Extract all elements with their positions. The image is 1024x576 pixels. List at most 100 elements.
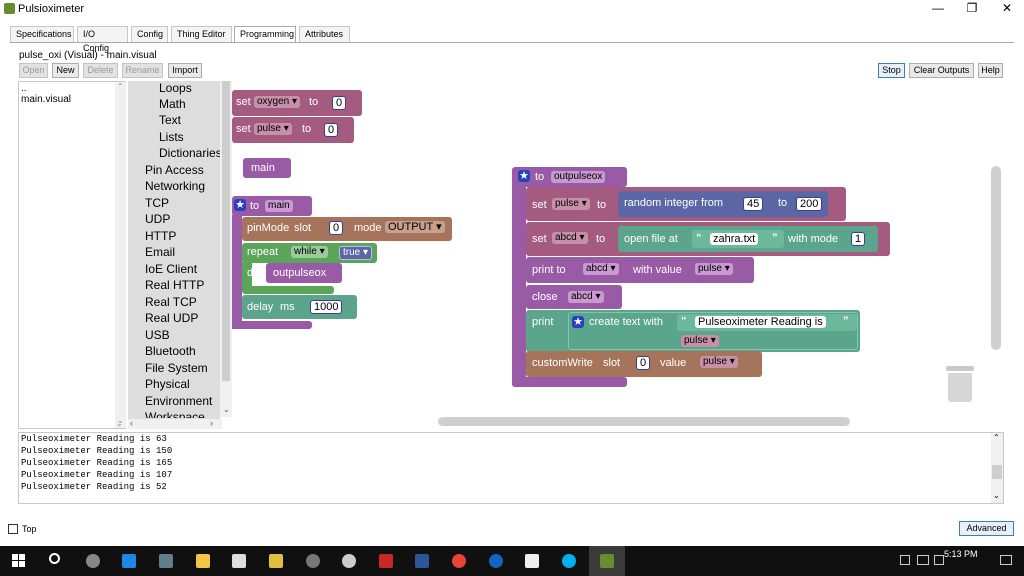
app-icon[interactable] <box>525 554 539 568</box>
delay-block[interactable]: delay ms 1000 <box>242 295 357 319</box>
tab-attributes[interactable]: Attributes <box>299 26 350 42</box>
file-item-parent[interactable]: .. <box>21 83 27 94</box>
category-real-udp[interactable]: Real UDP <box>145 311 198 325</box>
scroll-down-icon[interactable]: ⌄ <box>993 491 1000 500</box>
random-integer-block[interactable]: random integer from 45 to 200 <box>618 191 828 217</box>
reading-text-block[interactable]: “ Pulseoximeter Reading is ” <box>677 314 857 331</box>
category-ioe-client[interactable]: IoE Client <box>145 262 197 276</box>
category-workspace[interactable]: Workspace <box>145 410 205 418</box>
category-lists[interactable]: Lists <box>159 130 184 144</box>
trash-icon[interactable] <box>946 366 974 402</box>
store-icon[interactable] <box>232 554 246 568</box>
skype-icon[interactable] <box>562 554 576 568</box>
bluetooth-icon[interactable] <box>489 554 503 568</box>
notification-area-icon[interactable] <box>900 555 910 565</box>
call-outpulseox-block[interactable]: outpulseox <box>266 263 342 283</box>
clear-outputs-button[interactable]: Clear Outputs <box>909 63 974 78</box>
category-pin-access[interactable]: Pin Access <box>145 163 204 177</box>
category-loops[interactable]: Loops <box>159 81 192 95</box>
customwrite-block[interactable]: customWrite slot 0 value pulse ▾ <box>526 351 762 377</box>
scroll-left-icon[interactable]: ‹ <box>130 418 133 428</box>
media-icon[interactable] <box>342 554 356 568</box>
open-file-block[interactable]: open file at “ zahra.txt ” with mode 1 <box>618 226 878 252</box>
edge-icon[interactable] <box>122 554 136 568</box>
category-bluetooth[interactable]: Bluetooth <box>145 344 196 358</box>
category-scroll-thumb[interactable] <box>222 81 230 381</box>
maximize-button[interactable]: ❐ <box>955 0 989 18</box>
gear-icon[interactable]: ★ <box>234 199 246 211</box>
output-console[interactable]: Pulseoximeter Reading is 63 Pulseoximete… <box>18 432 1004 504</box>
tab-config[interactable]: Config <box>131 26 168 42</box>
set-oxygen-block[interactable]: set oxygen ▾ to 0 <box>232 90 362 116</box>
category-email[interactable]: Email <box>145 245 175 259</box>
procedure-main-block[interactable]: ★ to main <box>232 196 312 216</box>
action-center-icon[interactable] <box>1000 555 1012 565</box>
variable-dropdown-pulse[interactable]: pulse ▾ <box>254 123 292 135</box>
category-file-system[interactable]: File System <box>145 361 208 375</box>
tab-io-config[interactable]: I/O Config <box>77 26 128 53</box>
mode-dropdown[interactable]: OUTPUT ▾ <box>385 221 445 233</box>
rename-button[interactable]: Rename <box>122 63 163 78</box>
pinmode-block[interactable]: pinMode slot 0 mode OUTPUT ▾ <box>242 217 452 241</box>
top-checkbox[interactable] <box>8 524 18 534</box>
block-workspace[interactable]: set oxygen ▾ to 0 set pulse ▾ to 0 main … <box>232 81 1004 429</box>
category-real-tcp[interactable]: Real TCP <box>145 295 197 309</box>
file-list-scrollbar[interactable]: ⌃ ⌄ <box>115 82 126 428</box>
variable-dropdown-oxygen[interactable]: oxygen ▾ <box>254 96 301 108</box>
workspace-horizontal-scrollbar[interactable] <box>438 417 850 426</box>
category-usb[interactable]: USB <box>145 328 170 342</box>
active-app-highlight[interactable] <box>589 546 625 576</box>
create-text-block[interactable]: ★ create text with “ Pulseoximeter Readi… <box>568 312 858 350</box>
app-icon[interactable] <box>159 554 173 568</box>
gear-icon[interactable]: ★ <box>572 316 584 328</box>
workspace-vertical-scrollbar[interactable] <box>991 166 1001 350</box>
app-icon[interactable] <box>269 554 283 568</box>
network-icon[interactable] <box>917 555 929 565</box>
category-networking[interactable]: Networking <box>145 179 205 193</box>
close-file-block[interactable]: close abcd ▾ <box>526 285 622 309</box>
number-field-oxygen[interactable]: 0 <box>332 96 347 110</box>
open-button[interactable]: Open <box>19 63 48 78</box>
category-physical[interactable]: Physical <box>145 377 190 391</box>
print-block[interactable]: print ★ create text with “ Pulseoximeter… <box>526 310 860 352</box>
search-icon[interactable] <box>49 553 60 564</box>
category-dictionaries[interactable]: Dictionaries <box>159 146 222 160</box>
category-real-http[interactable]: Real HTTP <box>145 278 204 292</box>
windows-start-icon[interactable] <box>12 554 25 567</box>
file-item-main[interactable]: main.visual <box>21 94 71 105</box>
gear-icon[interactable]: ★ <box>518 170 530 182</box>
number-field-pulse[interactable]: 0 <box>324 123 339 137</box>
help-button[interactable]: Help <box>978 63 1003 78</box>
minimize-button[interactable]: — <box>921 0 955 18</box>
repeat-while-block[interactable]: repeat while ▾ true ▾ <box>242 243 377 263</box>
filename-text-block[interactable]: “ zahra.txt ” <box>692 230 784 248</box>
volume-icon[interactable] <box>934 555 944 565</box>
category-scrollbar[interactable] <box>220 81 232 417</box>
category-udp[interactable]: UDP <box>145 212 170 226</box>
packet-tracer-icon[interactable] <box>600 554 614 568</box>
print-to-block[interactable]: print to abcd ▾ with value pulse ▾ <box>526 257 754 283</box>
set-abcd-open-file-block[interactable]: set abcd ▾ to open file at “ zahra.txt ”… <box>526 222 890 256</box>
app-icon[interactable] <box>86 554 100 568</box>
close-button[interactable]: ✕ <box>990 0 1024 18</box>
delete-button[interactable]: Delete <box>83 63 118 78</box>
stop-button[interactable]: Stop <box>878 63 905 78</box>
tab-thing-editor[interactable]: Thing Editor <box>171 26 232 42</box>
category-text[interactable]: Text <box>159 113 181 127</box>
clock-time[interactable]: 5:13 PM <box>944 549 978 559</box>
app-icon[interactable] <box>379 554 393 568</box>
category-math[interactable]: Math <box>159 97 186 111</box>
tab-programming[interactable]: Programming <box>234 26 296 43</box>
scroll-up-icon[interactable]: ⌃ <box>993 433 1000 442</box>
procedure-outpulseox-block[interactable]: ★ to outpulseox <box>512 167 627 187</box>
new-button[interactable]: New <box>52 63 79 78</box>
category-tcp[interactable]: TCP <box>145 196 169 210</box>
chrome-icon[interactable] <box>452 554 466 568</box>
set-pulse-random-block[interactable]: set pulse ▾ to random integer from 45 to… <box>526 187 846 221</box>
scroll-up-icon[interactable]: ⌃ <box>117 82 124 91</box>
set-pulse-block[interactable]: set pulse ▾ to 0 <box>232 117 354 143</box>
output-scrollbar[interactable]: ⌃ ⌄ <box>991 433 1003 503</box>
tab-specifications[interactable]: Specifications <box>10 26 74 42</box>
advanced-button[interactable]: Advanced <box>959 521 1014 536</box>
scroll-down-icon[interactable]: ⌄ <box>116 419 123 428</box>
